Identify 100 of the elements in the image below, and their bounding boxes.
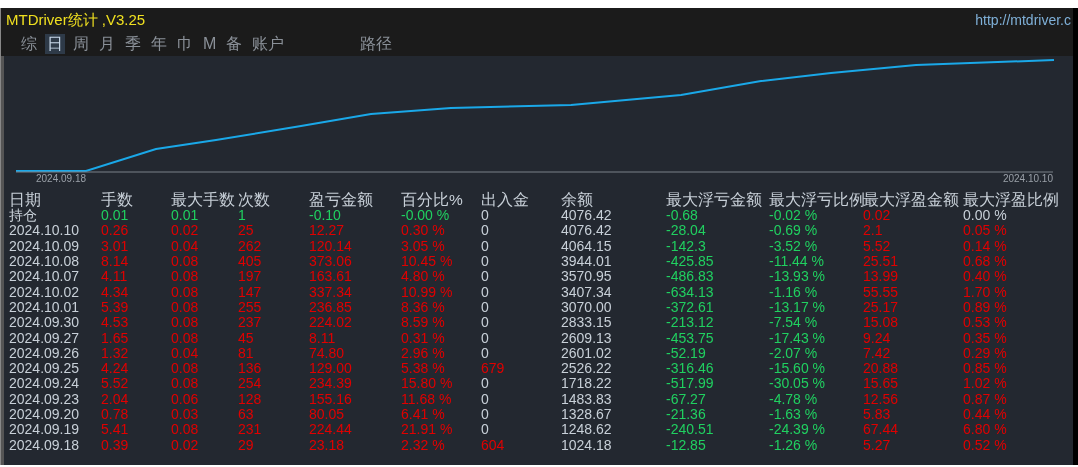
table-cell-text: 5.39 [101, 299, 130, 315]
table-cell-text: 0.01 [171, 208, 200, 224]
table-cell-text: 236.85 [309, 299, 353, 315]
table-cell-text: -1.16 % [769, 284, 819, 300]
table-cell-text: -240.51 [666, 422, 715, 438]
table-cell-text: 45 [238, 330, 255, 346]
table-cell-text: 679 [481, 361, 506, 377]
table-cell-text: 2024.09.24 [9, 376, 81, 392]
table-cell-text: 15.65 [863, 376, 900, 392]
url-link[interactable]: http://mtdriver.c [975, 12, 1073, 28]
table-cell-text: 155.16 [309, 391, 353, 407]
table-cell-text: 0.08 [171, 315, 200, 331]
table-cell-text: 67.44 [863, 422, 900, 438]
column-header: 最大浮盈金额 [863, 191, 960, 207]
table-cell-text: 0.29 % [963, 345, 1008, 361]
table-cell-text: 0.03 [171, 407, 200, 422]
table-cell-text: 2833.15 [561, 315, 613, 331]
tab[interactable]: 综 [19, 34, 39, 54]
tab[interactable]: M [201, 34, 219, 54]
table-cell-text: 63 [238, 407, 255, 422]
table-cell-text: 10.99 % [401, 284, 454, 300]
table-cell-text: 20.88 [863, 361, 900, 377]
table-cell-text: 2.1 [863, 223, 884, 239]
table-cell-text: -213.12 [666, 315, 715, 331]
column-header: 日期 [9, 191, 42, 207]
table-cell-text: 2024.10.02 [9, 284, 81, 300]
table-cell-text: 0.85 % [963, 361, 1008, 377]
table-cell-text: 0.87 % [963, 391, 1008, 407]
column-header: 次数 [238, 191, 271, 207]
table-cell-text: 231 [238, 422, 263, 438]
table-cell-text: -2.07 % [769, 345, 819, 361]
table-cell-text: -1.26 % [769, 437, 819, 453]
table-cell-text: 25 [238, 223, 255, 239]
table-cell-text: 1.32 [101, 345, 130, 361]
table-cell-text: 0 [481, 407, 490, 422]
table-cell-text: -13.93 % [769, 269, 827, 285]
tab[interactable]: 周 [71, 34, 91, 54]
table-cell-text: 0 [481, 299, 490, 315]
table-cell-text: 12.56 [863, 391, 900, 407]
table-cell-text: 2024.10.10 [9, 223, 81, 239]
table-cell-text: 0.04 [171, 238, 200, 254]
table-cell-text: -0.02 % [769, 208, 819, 224]
table-cell-text: -453.75 [666, 330, 715, 346]
table-cell-text: 0.01 [101, 208, 130, 224]
table-cell-text: 0.02 [171, 223, 200, 239]
table-cell-text: 2.04 [101, 391, 130, 407]
table-cell-text: 224.44 [309, 422, 353, 438]
table-cell-text: 4076.42 [561, 223, 613, 239]
table-cell-text: 8.59 % [401, 315, 446, 331]
table-cell-text: 3407.34 [561, 284, 613, 300]
table-cell-text: 0 [481, 238, 490, 254]
table-cell-text: 0.08 [171, 254, 200, 270]
table-cell-text: 2609.13 [561, 330, 613, 346]
table-cell-text: 0.06 [171, 391, 200, 407]
tab[interactable]: 季 [123, 34, 143, 54]
table-cell-text: 2024.10.01 [9, 299, 81, 315]
table-cell-text: 2.32 % [401, 437, 446, 453]
table-cell-text: 2024.09.20 [9, 407, 81, 422]
table-cell-text: 0 [481, 376, 490, 392]
table-cell-text: 0.05 % [963, 223, 1008, 239]
table-cell-text: 15.08 [863, 315, 900, 331]
table-cell-text: 2024.09.19 [9, 422, 81, 438]
table-cell-text: 5.41 [101, 422, 130, 438]
tab[interactable]: 日 [45, 34, 65, 54]
table-cell-text: -425.85 [666, 254, 715, 270]
window-title: MTDriver统计 ,V3.25 [6, 10, 146, 30]
tab[interactable]: 账户 [250, 34, 287, 54]
table-cell-text: 0 [481, 269, 490, 285]
table-cell-text: 0.08 [171, 330, 200, 346]
table-cell-text: 129.00 [309, 361, 353, 377]
table-cell-text: 0.26 [101, 223, 130, 239]
table-cell-text: 1.02 % [963, 376, 1008, 392]
table-cell-text: 405 [238, 254, 263, 270]
table-cell-text: -28.04 [666, 223, 707, 239]
table-cell-text: 0.40 % [963, 269, 1008, 285]
table-cell-text: 4.34 [101, 284, 130, 300]
table-cell-text: 0.08 [171, 361, 200, 377]
tab[interactable]: 备 [224, 34, 245, 54]
table-cell-text: 8.14 [101, 254, 130, 270]
tab[interactable]: 巾 [175, 34, 195, 54]
table-cell-text: 0.02 [171, 437, 200, 453]
table-cell-text: 0.08 [171, 299, 200, 315]
table-cell-text: 3070.00 [561, 299, 613, 315]
path-tab[interactable]: 路径 [358, 34, 395, 54]
table-cell-text: 237 [238, 315, 263, 331]
table-cell-text: 0.31 % [401, 330, 446, 346]
table-cell-text: -0.69 % [769, 223, 819, 239]
table-cell-text: 128 [238, 391, 263, 407]
table-cell-text: 2024.09.26 [9, 345, 81, 361]
table-cell-text: 1.70 % [963, 284, 1008, 300]
table-cell-text: 254 [238, 376, 263, 392]
table-cell-text: 224.02 [309, 315, 353, 331]
tab[interactable]: 年 [149, 34, 169, 54]
table-cell-text: -13.17 % [769, 299, 827, 315]
table-cell-text: -517.99 [666, 376, 715, 392]
table-cell-text: -52.19 [666, 345, 707, 361]
table-cell-text: 2601.02 [561, 345, 613, 361]
tab[interactable]: 月 [97, 34, 117, 54]
table-cell-text: 0 [481, 330, 490, 346]
table-cell-text: 147 [238, 284, 263, 300]
